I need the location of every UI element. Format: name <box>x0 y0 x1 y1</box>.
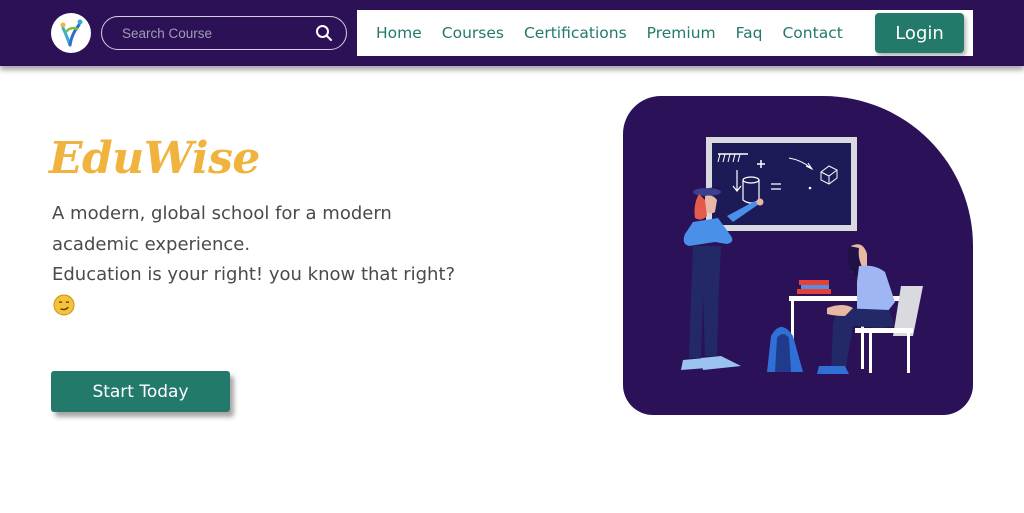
nav-link-certifications[interactable]: Certifications <box>524 24 627 42</box>
navbar: Home Courses Certifications Premium Faq … <box>0 0 1024 66</box>
tagline-line: Education is your right! you know that r… <box>52 264 456 285</box>
login-button[interactable]: Login <box>875 13 964 53</box>
teacher-classroom-illustration <box>681 137 923 374</box>
search-bar <box>101 16 347 50</box>
brand-title: EduWise <box>49 133 260 184</box>
start-today-button[interactable]: Start Today <box>51 371 230 412</box>
search-input[interactable] <box>122 25 314 41</box>
nav-link-contact[interactable]: Contact <box>782 24 842 42</box>
search-icon[interactable] <box>314 23 334 43</box>
nav-link-courses[interactable]: Courses <box>442 24 504 42</box>
nav-link-faq[interactable]: Faq <box>736 24 763 42</box>
nav-link-home[interactable]: Home <box>376 24 422 42</box>
hero-illustration <box>623 96 973 415</box>
smirk-emoji-icon <box>53 294 75 316</box>
tagline-line: academic experience. <box>52 233 251 255</box>
logo-icon <box>60 19 83 47</box>
logo[interactable] <box>51 13 91 53</box>
nav-link-premium[interactable]: Premium <box>647 24 716 42</box>
tagline-line: A modern, global school for a modern <box>52 203 392 224</box>
tagline: A modern, global school for a modern aca… <box>52 199 512 291</box>
nav-menu: Home Courses Certifications Premium Faq … <box>357 10 973 56</box>
